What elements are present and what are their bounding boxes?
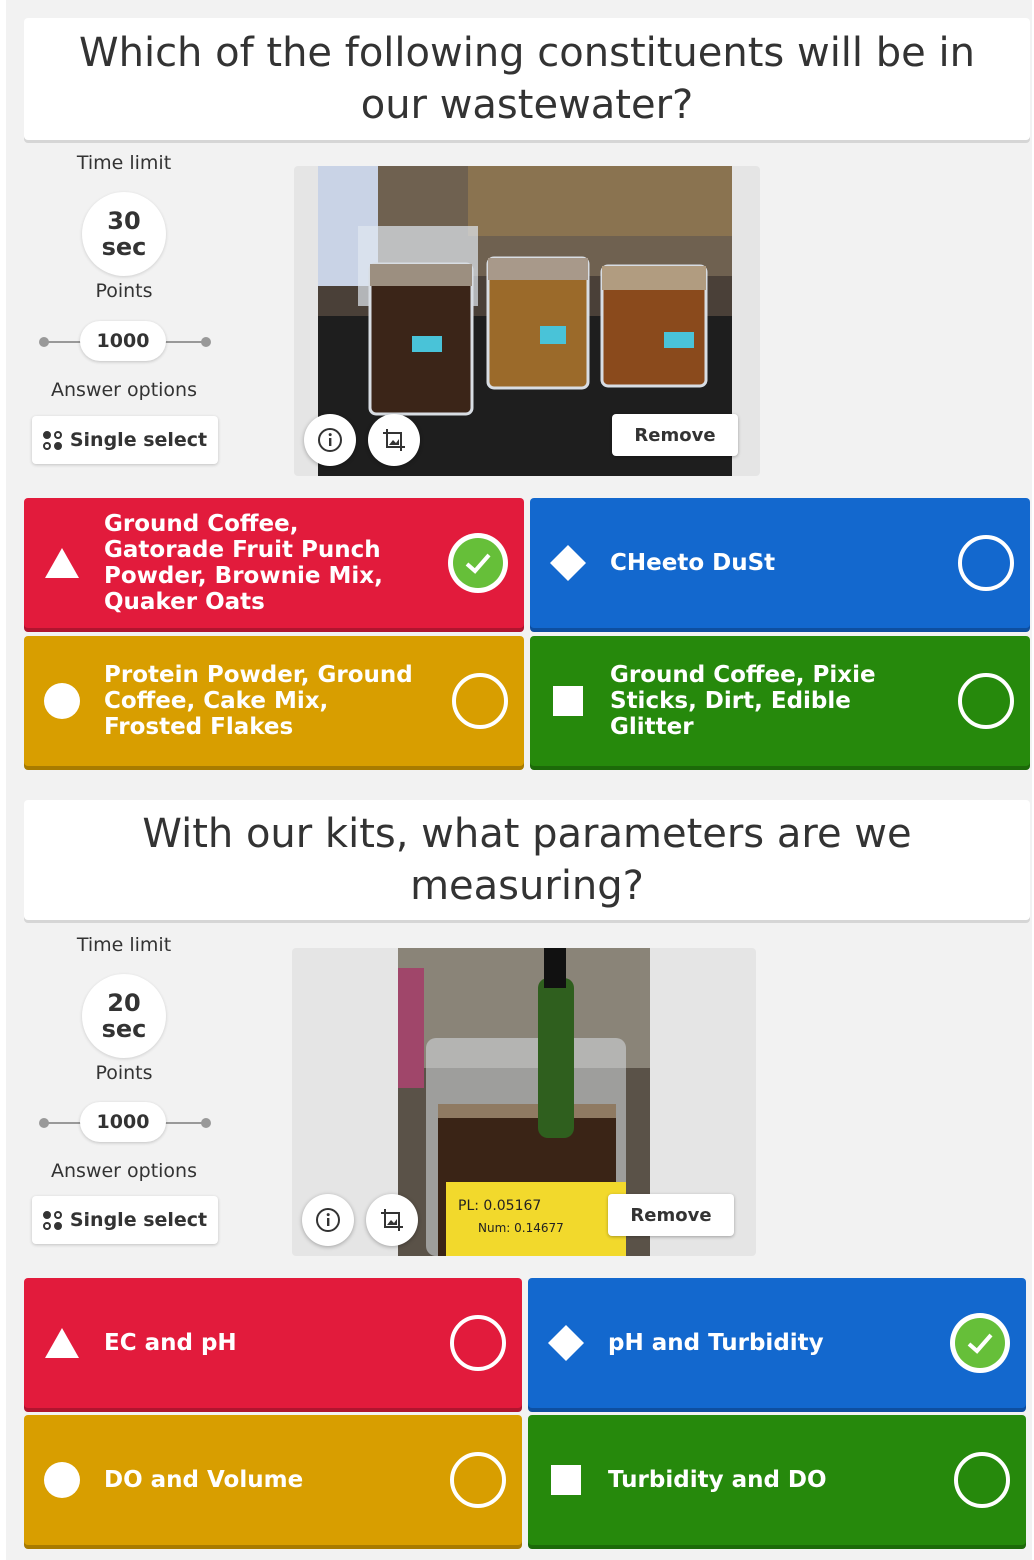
time-limit-button[interactable]: 30 sec [82, 192, 166, 276]
answer-option-2[interactable]: CHeeto DuSt [530, 498, 1030, 628]
answer-text[interactable]: Turbidity and DO [608, 1467, 916, 1493]
diamond-icon [546, 1323, 586, 1363]
info-icon [318, 428, 342, 452]
answer-option-1[interactable]: EC and pH [24, 1278, 522, 1408]
time-unit: sec [101, 1015, 147, 1043]
points-slider-min[interactable] [39, 1118, 49, 1128]
time-limit-label: Time limit [76, 934, 172, 956]
correct-answer-toggle[interactable] [958, 535, 1014, 591]
points-slider-min[interactable] [39, 337, 49, 347]
answer-option-4[interactable]: Ground Coffee, Pixie Sticks, Dirt, Edibl… [530, 636, 1030, 766]
photo-label-1: PL: 0.05167 [458, 1198, 541, 1214]
image-info-button[interactable] [304, 414, 356, 466]
points-label: Points [95, 1062, 153, 1084]
answer-text[interactable]: Protein Powder, Ground Coffee, Cake Mix,… [104, 662, 414, 740]
answer-type-button[interactable]: Single select [32, 416, 218, 464]
correct-answer-toggle[interactable] [450, 1452, 506, 1508]
triangle-icon [42, 1323, 82, 1363]
answer-option-3[interactable]: DO and Volume [24, 1415, 522, 1545]
photo-label-2: Num: 0.14677 [478, 1221, 564, 1235]
triangle-icon [42, 543, 82, 583]
remove-image-button[interactable]: Remove [608, 1194, 734, 1236]
checkmark-icon [955, 1318, 1005, 1368]
answer-text[interactable]: Ground Coffee, Gatorade Fruit Punch Powd… [104, 511, 414, 615]
time-limit-label: Time limit [76, 152, 172, 174]
correct-answer-toggle[interactable] [958, 673, 1014, 729]
answer-text[interactable]: CHeeto DuSt [610, 550, 920, 576]
remove-image-button[interactable]: Remove [612, 414, 738, 456]
answer-type-label: Single select [69, 1209, 208, 1231]
crop-icon [381, 1209, 403, 1231]
checkmark-icon [453, 538, 503, 588]
circle-icon [42, 681, 82, 721]
points-slider-max[interactable] [201, 1118, 211, 1128]
answer-option-3[interactable]: Protein Powder, Ground Coffee, Cake Mix,… [24, 636, 524, 766]
crop-icon [383, 429, 405, 451]
question-title[interactable]: Which of the following constituents will… [24, 18, 1030, 140]
answer-option-2[interactable]: pH and Turbidity [528, 1278, 1026, 1408]
answer-text[interactable]: DO and Volume [104, 1467, 412, 1493]
question-settings: Time limit 20 sec Points 1000 Answer opt… [6, 932, 242, 1252]
answer-text[interactable]: EC and pH [104, 1330, 412, 1356]
answer-type-button[interactable]: Single select [32, 1196, 218, 1244]
answer-text[interactable]: Ground Coffee, Pixie Sticks, Dirt, Edibl… [610, 662, 920, 740]
square-icon [546, 1460, 586, 1500]
answer-option-1[interactable]: Ground Coffee, Gatorade Fruit Punch Powd… [24, 498, 524, 628]
single-select-icon [42, 1210, 62, 1230]
answer-option-4[interactable]: Turbidity and DO [528, 1415, 1026, 1545]
time-value: 30 [107, 207, 141, 235]
correct-answer-toggle[interactable] [954, 1452, 1010, 1508]
time-value: 20 [107, 989, 141, 1017]
answer-text[interactable]: pH and Turbidity [608, 1330, 916, 1356]
points-label: Points [95, 280, 153, 302]
points-value[interactable]: 1000 [80, 1102, 166, 1142]
media-panel: PL: 0.05167 Num: 0.14677 Remove [292, 948, 756, 1256]
points-slider-max[interactable] [201, 337, 211, 347]
square-icon [548, 681, 588, 721]
image-crop-button[interactable] [366, 1194, 418, 1246]
correct-answer-toggle[interactable] [450, 1315, 506, 1371]
image-info-button[interactable] [302, 1194, 354, 1246]
quiz-editor: Which of the following constituents will… [6, 0, 1032, 1560]
answer-options-label: Answer options [51, 379, 197, 401]
circle-icon [42, 1460, 82, 1500]
image-crop-button[interactable] [368, 414, 420, 466]
question-settings: Time limit 30 sec Points 1000 Answer opt… [6, 150, 242, 470]
correct-answer-toggle[interactable] [448, 533, 508, 593]
question-title[interactable]: With our kits, what parameters are we me… [24, 800, 1030, 920]
question-title-text: Which of the following constituents will… [79, 30, 975, 128]
points-value[interactable]: 1000 [80, 321, 166, 361]
time-unit: sec [101, 233, 147, 261]
correct-answer-toggle[interactable] [452, 673, 508, 729]
time-limit-button[interactable]: 20 sec [82, 974, 166, 1058]
answer-options-label: Answer options [51, 1160, 197, 1182]
info-icon [316, 1208, 340, 1232]
question-title-text: With our kits, what parameters are we me… [142, 811, 912, 909]
answer-type-label: Single select [69, 429, 208, 451]
media-panel: Remove [294, 166, 760, 476]
correct-answer-toggle[interactable] [950, 1313, 1010, 1373]
diamond-icon [548, 543, 588, 583]
single-select-icon [42, 430, 62, 450]
